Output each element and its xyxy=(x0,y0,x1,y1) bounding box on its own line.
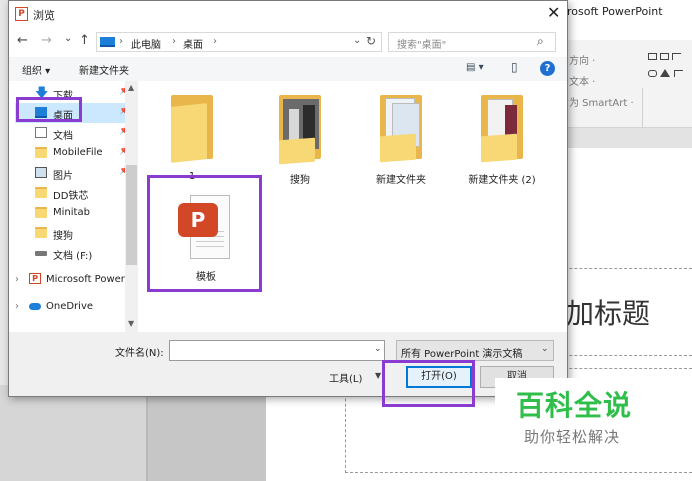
watermark: 百科全说 助你轻松解决 xyxy=(495,378,659,450)
search-placeholder: 搜索"桌面" xyxy=(397,40,447,51)
up-arrow-icon[interactable]: ↑ xyxy=(79,33,90,49)
tools-menu[interactable]: 工具(L) xyxy=(329,370,362,385)
breadcrumb-this-pc[interactable]: 此电脑 xyxy=(131,36,161,51)
expand-chevron-icon[interactable]: › xyxy=(15,274,19,285)
breadcrumb-separator: › xyxy=(119,36,123,47)
file-type-select[interactable]: 所有 PowerPoint 演示文稿 ⌄ xyxy=(396,340,554,361)
watermark-title: 百科全说 xyxy=(516,389,633,422)
command-toolbar: 组织 ▾ 新建文件夹 ▤ ▾ ▯ ? xyxy=(9,57,567,81)
sidebar-item-documents[interactable]: 文档 📌 xyxy=(15,123,135,143)
drive-icon xyxy=(35,251,47,256)
file-name: 搜狗 xyxy=(290,175,310,186)
highlight-template-file xyxy=(147,175,262,292)
file-list-scrollbar[interactable] xyxy=(554,81,567,332)
sidebar-item-microsoft-power[interactable]: › P Microsoft Power xyxy=(15,270,135,290)
folder-icon xyxy=(171,95,213,163)
folder-icon xyxy=(35,147,47,158)
recent-locations-icon[interactable]: ⌄ xyxy=(64,31,72,47)
scroll-down-icon[interactable]: ▼ xyxy=(128,319,134,328)
browse-dialog: P 浏览 ✕ ← → ⌄ ↑ › 此电脑 › 桌面 › ⌄ ↻ 搜索"桌面" ⌕… xyxy=(8,0,568,397)
highlight-desktop xyxy=(16,97,82,122)
preview-pane-icon[interactable]: ▯ xyxy=(511,60,518,74)
breadcrumb-desktop[interactable]: 桌面 xyxy=(183,36,203,51)
computer-icon xyxy=(100,37,115,47)
pictures-icon xyxy=(35,167,47,178)
sidebar-item-minitab[interactable]: Minitab xyxy=(15,203,135,223)
filename-input[interactable]: ⌄ xyxy=(169,340,385,361)
breadcrumb-separator: › xyxy=(213,36,217,47)
filename-dropdown-icon[interactable]: ⌄ xyxy=(374,344,382,354)
shapes-gallery[interactable] xyxy=(648,48,683,82)
refresh-icon[interactable]: ↻ xyxy=(366,34,376,48)
slide-title-text: 加标题 xyxy=(566,297,651,330)
address-bar[interactable]: › 此电脑 › 桌面 › ⌄ ↻ xyxy=(96,32,382,52)
tools-dropdown-icon[interactable]: ▼ xyxy=(375,371,381,380)
sidebar-item-drive-f[interactable]: 文档 (F:) xyxy=(15,243,135,263)
sidebar-item-label: Microsoft Power xyxy=(46,274,125,285)
sidebar-item-label: 文档 xyxy=(53,131,73,142)
watermark-subtitle: 助你轻松解决 xyxy=(524,428,621,446)
search-icon: ⌕ xyxy=(537,34,544,48)
sidebar-item-label: OneDrive xyxy=(46,301,94,312)
sidebar-item-label: MobileFile xyxy=(53,147,103,158)
forward-arrow-icon[interactable]: → xyxy=(41,33,52,49)
sidebar-item-label: 文档 (F:) xyxy=(53,251,93,262)
sidebar-item-label: 搜狗 xyxy=(53,231,73,242)
sidebar-item-mobilefile[interactable]: MobileFile 📌 xyxy=(15,143,135,163)
sidebar-scroll-thumb[interactable] xyxy=(126,165,137,265)
sidebar-item-dd[interactable]: DD铁芯 xyxy=(15,183,135,203)
sidebar-item-label: 图片 xyxy=(53,171,73,182)
powerpoint-icon: P xyxy=(29,273,41,284)
folder-icon xyxy=(35,187,47,198)
folder-docs-icon xyxy=(380,95,422,163)
sidebar-item-sogou[interactable]: 搜狗 xyxy=(15,223,135,243)
file-item-folder-sogou[interactable]: 搜狗 xyxy=(260,91,340,186)
ribbon-text-direction[interactable]: 方向 · xyxy=(569,52,595,67)
dialog-footer: 文件名(N): ⌄ 所有 PowerPoint 演示文稿 ⌄ 工具(L) ▼ 打… xyxy=(9,332,567,396)
highlight-open-button xyxy=(382,360,475,407)
navigation-bar: ← → ⌄ ↑ › 此电脑 › 桌面 › ⌄ ↻ 搜索"桌面" ⌕ xyxy=(9,28,567,56)
file-name: 新建文件夹 xyxy=(376,175,426,186)
file-item-new-folder-2[interactable]: 新建文件夹 (2) xyxy=(462,91,542,186)
search-input[interactable]: 搜索"桌面" ⌕ xyxy=(388,32,556,52)
close-icon[interactable]: ✕ xyxy=(547,4,560,22)
dialog-titlebar[interactable]: P 浏览 ✕ xyxy=(9,1,567,27)
powerpoint-icon: P xyxy=(15,7,28,21)
pane-divider xyxy=(146,385,266,481)
folder-photo-icon xyxy=(279,95,321,165)
powerpoint-ribbon: 方向 · 文本 · 为 SmartArt · xyxy=(565,40,692,154)
file-type-value: 所有 PowerPoint 演示文稿 xyxy=(401,349,523,360)
slide-thumbnail-pane xyxy=(0,385,146,481)
folder-icon xyxy=(35,207,47,218)
dialog-title: 浏览 xyxy=(33,9,55,22)
folder-icon xyxy=(35,227,47,238)
breadcrumb-separator: › xyxy=(172,36,176,47)
address-dropdown-icon[interactable]: ⌄ xyxy=(353,35,361,46)
file-item-new-folder[interactable]: 新建文件夹 xyxy=(361,91,441,186)
documents-icon xyxy=(35,127,47,138)
expand-chevron-icon[interactable]: › xyxy=(15,301,19,312)
ribbon-convert-smartart[interactable]: 为 SmartArt · xyxy=(569,94,634,109)
sidebar-item-label: Minitab xyxy=(53,207,90,218)
scroll-up-icon[interactable]: ▲ xyxy=(128,83,134,92)
sidebar-item-onedrive[interactable]: › OneDrive xyxy=(15,297,135,317)
ribbon-align-text[interactable]: 文本 · xyxy=(569,73,595,88)
powerpoint-window-title: rosoft PowerPoint xyxy=(567,5,663,18)
back-arrow-icon[interactable]: ← xyxy=(17,33,28,49)
help-icon[interactable]: ? xyxy=(540,61,555,76)
view-options-icon[interactable]: ▤ ▾ xyxy=(466,62,484,73)
file-name: 新建文件夹 (2) xyxy=(468,175,536,186)
chevron-down-icon: ⌄ xyxy=(541,344,549,354)
filename-label: 文件名(N): xyxy=(115,348,164,359)
folder-books-icon xyxy=(481,95,523,163)
file-item-folder-1[interactable]: 1 xyxy=(152,91,232,182)
sidebar-item-label: DD铁芯 xyxy=(53,191,89,202)
new-folder-button[interactable]: 新建文件夹 xyxy=(79,62,129,77)
onedrive-icon xyxy=(29,303,41,310)
organize-menu[interactable]: 组织 ▾ xyxy=(22,62,50,77)
sidebar-item-pictures[interactable]: 图片 📌 xyxy=(15,163,135,183)
